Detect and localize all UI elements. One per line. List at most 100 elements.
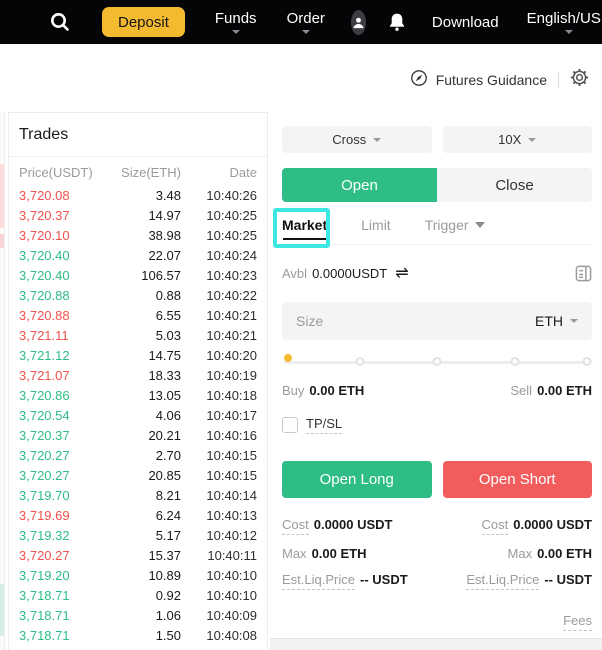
- compass-icon: [410, 69, 428, 92]
- tab-open[interactable]: Open: [282, 168, 437, 202]
- order-type-tabs: Market Limit Trigger: [282, 214, 592, 245]
- table-row[interactable]: 3,719.20 10.89 10:40:10: [9, 565, 267, 585]
- table-row[interactable]: 3,720.08 3.48 10:40:26: [9, 185, 267, 205]
- slider-stop-50[interactable]: [432, 357, 442, 366]
- size-placeholder: Size: [296, 313, 324, 329]
- slider-stop-75[interactable]: [510, 357, 519, 366]
- margin-mode-label: Cross: [332, 132, 367, 147]
- trade-size: 106.57: [141, 267, 181, 283]
- table-row[interactable]: 3,719.70 8.21 10:40:14: [9, 485, 267, 505]
- amount-slider[interactable]: [282, 354, 592, 370]
- avbl-label: Avbl: [282, 266, 308, 281]
- nav-download-link[interactable]: Download: [432, 14, 499, 31]
- notifications-bell-icon[interactable]: [388, 12, 406, 32]
- buy-sell-amounts-row: Buy 0.00 ETH Sell 0.00 ETH: [282, 383, 592, 398]
- liq-price-line: Est.Liq.Price -- USDT Est.Liq.Price -- U…: [282, 572, 592, 590]
- table-row[interactable]: 3,720.37 20.21 10:40:16: [9, 425, 267, 445]
- leverage-label: 10X: [498, 132, 522, 147]
- trade-size: 18.33: [148, 367, 181, 383]
- trade-size: 3.48: [155, 187, 181, 203]
- trade-price: 3,720.88: [19, 287, 70, 303]
- max-line: Max 0.00 ETH Max 0.00 ETH: [282, 546, 592, 561]
- calculator-icon[interactable]: [575, 265, 592, 282]
- short-liq-label[interactable]: Est.Liq.Price: [466, 572, 540, 590]
- trade-size: 8.21: [155, 487, 181, 503]
- buy-label: Buy: [282, 383, 305, 398]
- swap-transfer-icon[interactable]: ⇌: [395, 266, 408, 282]
- size-input[interactable]: Size ETH: [282, 302, 592, 340]
- margin-mode-dropdown[interactable]: Cross: [282, 126, 432, 153]
- table-row[interactable]: 3,721.07 18.33 10:40:19: [9, 365, 267, 385]
- fees-row: Fees: [282, 612, 592, 631]
- tpsl-checkbox[interactable]: [282, 417, 298, 433]
- table-row[interactable]: 3,721.11 5.03 10:40:21: [9, 325, 267, 345]
- table-row[interactable]: 3,720.86 13.05 10:40:18: [9, 385, 267, 405]
- table-row[interactable]: 3,719.69 6.24 10:40:13: [9, 505, 267, 525]
- trade-size: 20.85: [148, 467, 181, 483]
- locale-selector[interactable]: English/USD: [527, 10, 602, 34]
- table-row[interactable]: 3,720.27 20.85 10:40:15: [9, 465, 267, 485]
- table-row[interactable]: 3,720.54 4.06 10:40:17: [9, 405, 267, 425]
- trade-size: 6.55: [155, 307, 181, 323]
- trade-time: 10:40:12: [206, 527, 257, 543]
- table-row[interactable]: 3,720.27 15.37 10:40:11: [9, 545, 267, 565]
- slider-stop-25[interactable]: [355, 357, 364, 366]
- nav-order-label: Order: [286, 10, 325, 27]
- futures-guidance-label: Futures Guidance: [435, 72, 547, 88]
- trade-size: 14.75: [148, 347, 181, 363]
- column-header-size: Size(ETH): [121, 165, 181, 180]
- table-row[interactable]: 3,721.12 14.75 10:40:20: [9, 345, 267, 365]
- table-row[interactable]: 3,718.71 1.06 10:40:09: [9, 605, 267, 625]
- size-unit-dropdown[interactable]: ETH: [535, 313, 578, 329]
- table-row[interactable]: 3,718.71 0.92 10:40:10: [9, 585, 267, 605]
- slider-handle[interactable]: [284, 354, 292, 362]
- table-row[interactable]: 3,720.40 106.57 10:40:23: [9, 265, 267, 285]
- trade-price: 3,720.88: [19, 307, 70, 323]
- tab-limit[interactable]: Limit: [361, 214, 391, 234]
- trade-time: 10:40:17: [206, 407, 257, 423]
- tpsl-label[interactable]: TP/SL: [306, 416, 343, 434]
- trade-size: 5.03: [155, 327, 181, 343]
- table-row[interactable]: 3,720.37 14.97 10:40:25: [9, 205, 267, 225]
- long-liq-label[interactable]: Est.Liq.Price: [282, 572, 355, 590]
- profile-avatar[interactable]: [350, 9, 366, 35]
- order-stats: Cost 0.0000 USDT Cost 0.0000 USDT Max 0.…: [282, 517, 592, 590]
- trade-price: 3,720.27: [19, 467, 70, 483]
- settings-gear-icon[interactable]: [570, 68, 589, 92]
- nav-order-menu[interactable]: Order: [287, 10, 325, 34]
- short-cost-label[interactable]: Cost: [481, 517, 509, 535]
- trade-time: 10:40:20: [206, 347, 257, 363]
- trade-time: 10:40:08: [206, 627, 257, 643]
- nav-funds-menu[interactable]: Funds: [215, 10, 257, 34]
- tab-market[interactable]: Market: [282, 214, 327, 240]
- search-icon[interactable]: [48, 10, 72, 34]
- open-short-button[interactable]: Open Short: [442, 461, 592, 498]
- trade-time: 10:40:21: [206, 327, 257, 343]
- trade-price: 3,719.70: [19, 487, 70, 503]
- table-row[interactable]: 3,718.71 1.50 10:40:08: [9, 625, 267, 645]
- long-cost-label[interactable]: Cost: [282, 517, 309, 535]
- fees-link[interactable]: Fees: [563, 613, 592, 631]
- trade-size: 1.50: [155, 627, 181, 643]
- table-row[interactable]: 3,720.40 22.07 10:40:24: [9, 245, 267, 265]
- trade-price: 3,719.69: [19, 507, 70, 523]
- long-max-value: 0.00 ETH: [311, 546, 367, 561]
- table-row[interactable]: 3,720.88 6.55 10:40:21: [9, 305, 267, 325]
- trade-size: 5.17: [155, 527, 181, 543]
- table-row[interactable]: 3,720.10 38.98 10:40:25: [9, 225, 267, 245]
- table-row[interactable]: 3,720.27 2.70 10:40:15: [9, 445, 267, 465]
- table-row[interactable]: 3,720.88 0.88 10:40:22: [9, 285, 267, 305]
- long-cost-value: 0.0000 USDT: [313, 517, 393, 532]
- trade-size: 6.24: [155, 507, 181, 523]
- trade-price: 3,720.08: [19, 187, 70, 203]
- nav-funds-label: Funds: [214, 10, 257, 27]
- futures-guidance-link[interactable]: Futures Guidance: [410, 69, 547, 92]
- table-row[interactable]: 3,719.32 5.17 10:40:12: [9, 525, 267, 545]
- trade-time: 10:40:14: [206, 487, 257, 503]
- deposit-button[interactable]: Deposit: [102, 7, 185, 37]
- slider-stop-100[interactable]: [582, 357, 592, 366]
- tab-close[interactable]: Close: [437, 168, 592, 202]
- tab-trigger[interactable]: Trigger: [425, 214, 485, 234]
- leverage-dropdown[interactable]: 10X: [442, 126, 592, 153]
- open-long-button[interactable]: Open Long: [282, 461, 432, 498]
